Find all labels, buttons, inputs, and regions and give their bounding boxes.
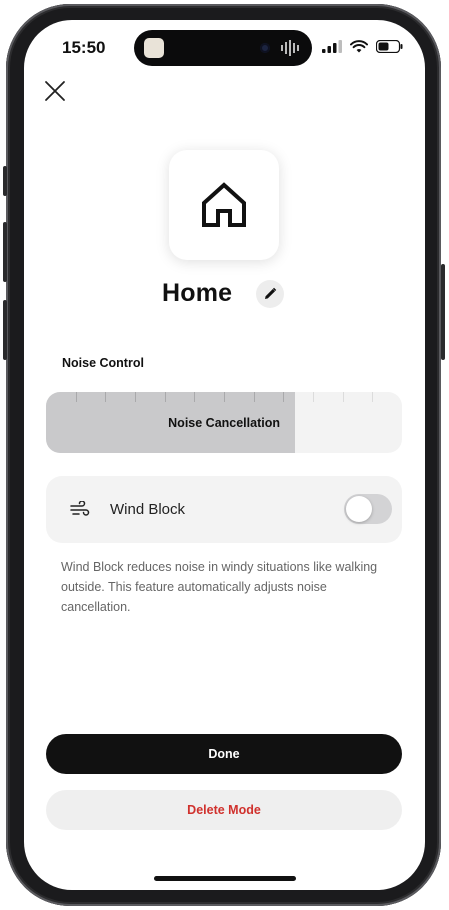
screen: 15:50 Home Noise Control Noise Cancellat… xyxy=(24,20,425,890)
slider-tick xyxy=(165,392,166,402)
island-app-icon xyxy=(144,38,164,58)
battery-icon xyxy=(376,40,403,53)
house-icon xyxy=(202,182,246,227)
status-time: 15:50 xyxy=(62,38,106,57)
dynamic-island xyxy=(134,30,312,66)
audio-wave-icon xyxy=(281,40,299,56)
signal-icon xyxy=(322,40,342,53)
noise-control-slider[interactable]: Noise Cancellation xyxy=(46,392,402,453)
wifi-icon xyxy=(350,40,368,53)
side-button-left-3 xyxy=(3,300,7,360)
slider-tick xyxy=(135,392,136,402)
edit-mode-button[interactable] xyxy=(256,280,284,308)
close-icon xyxy=(45,81,65,101)
wind-block-toggle[interactable] xyxy=(344,494,392,524)
wind-block-row: Wind Block xyxy=(46,476,402,543)
slider-tick xyxy=(76,392,77,402)
slider-tick xyxy=(283,392,284,402)
home-indicator xyxy=(154,876,296,881)
toggle-knob xyxy=(346,496,372,522)
delete-mode-button[interactable]: Delete Mode xyxy=(46,790,402,830)
camera-icon xyxy=(260,43,270,53)
section-label-noise-control: Noise Control xyxy=(62,356,144,370)
close-button[interactable] xyxy=(42,78,68,104)
slider-tick xyxy=(254,392,255,402)
slider-tick xyxy=(224,392,225,402)
slider-tick xyxy=(105,392,106,402)
slider-tick xyxy=(343,392,344,402)
slider-tick xyxy=(194,392,195,402)
mode-title: Home xyxy=(162,279,233,307)
wind-icon xyxy=(70,501,90,516)
side-button-left-1 xyxy=(3,166,7,196)
mode-icon-card xyxy=(169,150,279,260)
side-button-left-2 xyxy=(3,222,7,282)
slider-tick xyxy=(313,392,314,402)
wind-block-description: Wind Block reduces noise in windy situat… xyxy=(61,560,378,614)
noise-setting-label: Noise Cancellation xyxy=(168,416,280,430)
status-icons xyxy=(322,40,403,53)
done-button[interactable]: Done xyxy=(46,734,402,774)
side-button-right xyxy=(441,264,445,360)
wind-block-label: Wind Block xyxy=(110,501,186,518)
pencil-icon xyxy=(265,287,277,299)
slider-tick xyxy=(372,392,373,402)
